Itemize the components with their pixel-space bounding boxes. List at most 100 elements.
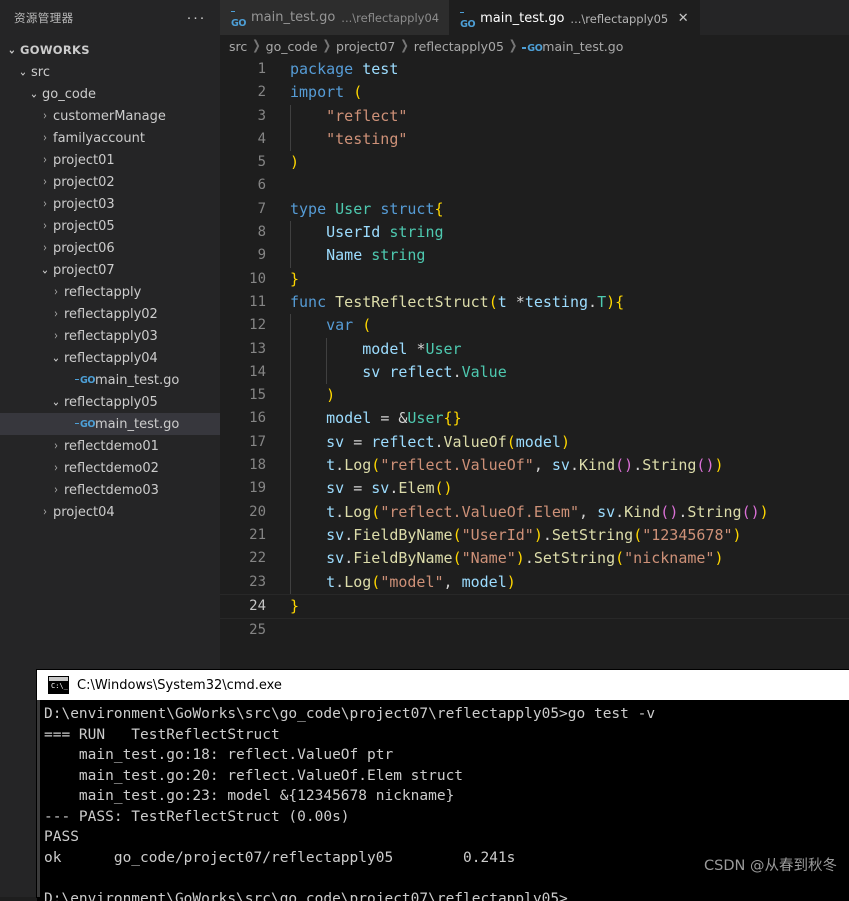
tree-item-reflectapply02[interactable]: ›reflectapply02: [0, 303, 220, 325]
chevron-right-icon[interactable]: ›: [37, 505, 53, 519]
chevron-right-icon[interactable]: ›: [37, 109, 53, 123]
code-line[interactable]: 12 var (: [220, 314, 849, 337]
tree-item-go-code[interactable]: ⌄go_code: [0, 83, 220, 105]
chevron-down-icon[interactable]: ⌄: [48, 351, 64, 365]
chevron-down-icon[interactable]: ⌄: [37, 263, 53, 277]
line-number: 3: [220, 105, 286, 128]
chevron-down-icon[interactable]: ⌄: [15, 65, 31, 79]
line-number: 25: [220, 619, 286, 642]
tree-item-project05[interactable]: ›project05: [0, 215, 220, 237]
line-number: 2: [220, 81, 286, 104]
cmd-window[interactable]: C:\_ C:\Windows\System32\cmd.exe D:\envi…: [37, 670, 849, 897]
tree-item-label: customerManage: [53, 109, 166, 124]
chevron-right-icon[interactable]: ›: [37, 241, 53, 255]
code-line[interactable]: 20 t.Log("reflect.ValueOf.Elem", sv.Kind…: [220, 501, 849, 524]
breadcrumb-item-project07[interactable]: project07: [336, 39, 395, 54]
line-number: 24: [220, 595, 286, 618]
chevron-right-icon[interactable]: ›: [37, 131, 53, 145]
go-file-icon: GO: [460, 8, 478, 30]
chevron-right-icon[interactable]: ›: [48, 483, 64, 497]
code-line[interactable]: 17 sv = reflect.ValueOf(model): [220, 431, 849, 454]
tree-item-label: reflectdemo01: [64, 439, 159, 454]
chevron-right-icon[interactable]: ›: [37, 219, 53, 233]
close-icon[interactable]: ✕: [676, 11, 690, 26]
tree-item-project03[interactable]: ›project03: [0, 193, 220, 215]
chevron-right-icon[interactable]: ›: [48, 439, 64, 453]
tree-item-familyaccount[interactable]: ›familyaccount: [0, 127, 220, 149]
more-actions-icon[interactable]: ···: [179, 13, 215, 23]
breadcrumb-item-go-code[interactable]: go_code: [266, 39, 318, 54]
tab-reflectapply04[interactable]: GOmain_test.go...\reflectapply04: [220, 0, 449, 35]
code-line[interactable]: 9 Name string: [220, 244, 849, 267]
tab-bar: GOmain_test.go...\reflectapply04GOmain_t…: [220, 0, 849, 35]
breadcrumb-item-src[interactable]: src: [229, 39, 247, 54]
code-line[interactable]: 2import (: [220, 81, 849, 104]
cmd-title-bar[interactable]: C:\_ C:\Windows\System32\cmd.exe: [37, 670, 849, 700]
go-file-icon: GO: [231, 7, 249, 29]
chevron-right-icon[interactable]: ›: [48, 329, 64, 343]
breadcrumb-item-reflectapply05[interactable]: reflectapply05: [414, 39, 504, 54]
code-line[interactable]: 11func TestReflectStruct(t *testing.T){: [220, 291, 849, 314]
chevron-right-icon[interactable]: ›: [37, 197, 53, 211]
code-editor[interactable]: 1package test2import (3 "reflect"4 "test…: [220, 58, 849, 650]
code-line[interactable]: 21 sv.FieldByName("UserId").SetString("1…: [220, 524, 849, 547]
tree-item-label: project07: [53, 263, 115, 278]
tree-item-reflectdemo01[interactable]: ›reflectdemo01: [0, 435, 220, 457]
chevron-down-icon[interactable]: ⌄: [26, 87, 42, 101]
tree-item-project06[interactable]: ›project06: [0, 237, 220, 259]
chevron-right-icon[interactable]: ›: [48, 307, 64, 321]
chevron-right-icon[interactable]: ›: [48, 461, 64, 475]
chevron-down-icon[interactable]: ⌄: [48, 395, 64, 409]
code-line[interactable]: 19 sv = sv.Elem(): [220, 477, 849, 500]
tree-item-project01[interactable]: ›project01: [0, 149, 220, 171]
tree-item-src[interactable]: ⌄src: [0, 61, 220, 83]
code-line[interactable]: 14 sv reflect.Value: [220, 361, 849, 384]
code-line[interactable]: 18 t.Log("reflect.ValueOf", sv.Kind().St…: [220, 454, 849, 477]
breadcrumb: src❯go_code❯project07❯reflectapply05❯GOm…: [220, 35, 849, 58]
code-line[interactable]: 24}: [220, 594, 849, 619]
tree-item-goworks[interactable]: ⌄GOWORKS: [0, 39, 220, 61]
line-number: 20: [220, 501, 286, 524]
code-line[interactable]: 15 ): [220, 384, 849, 407]
tree-item-customermanage[interactable]: ›customerManage: [0, 105, 220, 127]
code-line[interactable]: 4 "testing": [220, 128, 849, 151]
tree-item-main-test-go[interactable]: GOmain_test.go: [0, 369, 220, 391]
chevron-right-icon[interactable]: ›: [37, 175, 53, 189]
tree-item-project04[interactable]: ›project04: [0, 501, 220, 523]
line-number: 19: [220, 477, 286, 500]
tree-item-label: project04: [53, 505, 115, 520]
line-number: 15: [220, 384, 286, 407]
tree-item-reflectapply04[interactable]: ⌄reflectapply04: [0, 347, 220, 369]
code-line[interactable]: 7type User struct{: [220, 198, 849, 221]
line-content: ): [286, 384, 335, 407]
tree-item-label: familyaccount: [53, 131, 145, 146]
code-line[interactable]: 22 sv.FieldByName("Name").SetString("nic…: [220, 547, 849, 570]
code-line[interactable]: 13 model *User: [220, 338, 849, 361]
code-line[interactable]: 1package test: [220, 58, 849, 81]
line-content: sv reflect.Value: [286, 361, 507, 384]
tab-reflectapply05[interactable]: GOmain_test.go...\reflectapply05✕: [449, 0, 700, 36]
tree-item-reflectdemo03[interactable]: ›reflectdemo03: [0, 479, 220, 501]
breadcrumb-item-main-test-go[interactable]: GOmain_test.go: [522, 39, 623, 54]
tree-item-reflectapply03[interactable]: ›reflectapply03: [0, 325, 220, 347]
code-line[interactable]: 6: [220, 174, 849, 197]
code-line[interactable]: 23 t.Log("model", model): [220, 571, 849, 594]
code-line[interactable]: 3 "reflect": [220, 105, 849, 128]
code-line[interactable]: 10}: [220, 268, 849, 291]
chevron-right-icon[interactable]: ›: [48, 285, 64, 299]
code-line[interactable]: 25: [220, 619, 849, 642]
tree-item-reflectapply[interactable]: ›reflectapply: [0, 281, 220, 303]
cmd-scrollbar[interactable]: [37, 700, 40, 897]
tree-item-project02[interactable]: ›project02: [0, 171, 220, 193]
tree-item-project07[interactable]: ⌄project07: [0, 259, 220, 281]
line-content: }: [286, 268, 299, 291]
tree-item-main-test-go[interactable]: GOmain_test.go: [0, 413, 220, 435]
chevron-down-icon[interactable]: ⌄: [4, 43, 20, 57]
code-line[interactable]: 5): [220, 151, 849, 174]
code-line[interactable]: 16 model = &User{}: [220, 407, 849, 430]
tree-item-reflectdemo02[interactable]: ›reflectdemo02: [0, 457, 220, 479]
tree-item-reflectapply05[interactable]: ⌄reflectapply05: [0, 391, 220, 413]
chevron-right-icon[interactable]: ›: [37, 153, 53, 167]
tree-item-label: project05: [53, 219, 115, 234]
code-line[interactable]: 8 UserId string: [220, 221, 849, 244]
